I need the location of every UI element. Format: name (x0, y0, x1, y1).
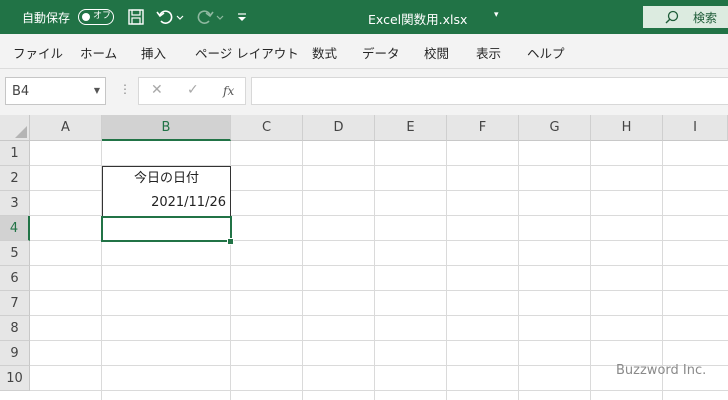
insert-function-icon[interactable]: fx (223, 84, 234, 98)
tab-view[interactable]: 表示 (476, 43, 501, 62)
column-header-g[interactable]: G (519, 115, 591, 141)
formula-input[interactable] (251, 77, 728, 105)
autosave-state: オフ (93, 11, 112, 21)
tab-review[interactable]: 校閲 (424, 43, 449, 62)
tab-formulas[interactable]: 数式 (312, 43, 337, 62)
row-header-1[interactable]: 1 (0, 141, 30, 166)
undo-icon[interactable] (156, 8, 174, 26)
name-box-value: B4 (12, 84, 30, 99)
gridline (662, 141, 663, 400)
title-caret[interactable]: ▾ (494, 10, 499, 20)
gridline (30, 390, 728, 391)
select-all-button[interactable] (0, 115, 30, 141)
fill-handle[interactable] (227, 238, 234, 245)
column-header-a[interactable]: A (30, 115, 102, 141)
row-header-8[interactable]: 8 (0, 316, 30, 341)
gridline (30, 340, 728, 341)
tab-file[interactable]: ファイル (13, 43, 63, 62)
title-bar: 自動保存 オフ Excel関数用.xlsx ▾ 検索 (0, 0, 728, 34)
gridline (302, 141, 303, 400)
watermark: Buzzword Inc. (616, 363, 707, 378)
row-header-6[interactable]: 6 (0, 266, 30, 291)
gridline (446, 141, 447, 400)
toggle-knob (82, 12, 90, 21)
spreadsheet-grid: A B C D E F G H I 1 2 3 4 5 6 7 8 9 10 今… (0, 115, 728, 400)
formula-buttons: ✕ ✓ fx (138, 77, 246, 105)
gridline (30, 290, 728, 291)
column-header-b[interactable]: B (102, 115, 231, 141)
column-header-i[interactable]: I (663, 115, 728, 141)
gridline (518, 141, 519, 400)
redo-icon (197, 10, 214, 24)
tab-page-layout[interactable]: ページ レイアウト (195, 43, 299, 62)
row-header-10[interactable]: 10 (0, 366, 30, 391)
cell-b3[interactable]: 2021/11/26 (102, 191, 231, 217)
autosave-toggle[interactable]: オフ (78, 9, 114, 25)
save-icon[interactable] (127, 8, 145, 26)
cell-b2[interactable]: 今日の日付 (102, 166, 231, 192)
formula-bar: B4 ▼ ⋮ ✕ ✓ fx (0, 69, 728, 115)
gridline (30, 265, 728, 266)
name-box-dropdown-icon[interactable]: ▼ (94, 86, 100, 95)
undo-dropdown-icon[interactable] (176, 8, 184, 26)
column-header-h[interactable]: H (591, 115, 663, 141)
enter-icon[interactable]: ✓ (187, 82, 199, 98)
gridline (374, 141, 375, 400)
gridline (590, 141, 591, 400)
search-icon (665, 10, 679, 24)
redo-dropdown-icon (216, 15, 224, 20)
select-all-icon (15, 126, 27, 138)
column-header-e[interactable]: E (375, 115, 447, 141)
row-header-7[interactable]: 7 (0, 291, 30, 316)
search-box[interactable]: 検索 (643, 6, 728, 28)
tab-help[interactable]: ヘルプ (527, 43, 565, 62)
active-cell-b4[interactable] (101, 216, 232, 242)
search-label: 検索 (693, 11, 718, 25)
customize-qat-icon[interactable] (236, 8, 248, 26)
formula-bar-splitter[interactable]: ⋮ (119, 82, 131, 96)
cancel-icon[interactable]: ✕ (151, 82, 163, 98)
row-header-5[interactable]: 5 (0, 241, 30, 266)
column-header-c[interactable]: C (231, 115, 303, 141)
column-header-d[interactable]: D (303, 115, 375, 141)
tab-home[interactable]: ホーム (80, 43, 117, 62)
gridline (30, 315, 728, 316)
tab-data[interactable]: データ (362, 43, 400, 62)
document-title: Excel関数用.xlsx (368, 12, 468, 27)
ribbon-tabs: ファイル ホーム 挿入 ページ レイアウト 数式 データ 校閲 表示 ヘルプ (0, 34, 728, 69)
row-header-4[interactable]: 4 (0, 216, 30, 241)
autosave-label: 自動保存 (22, 11, 71, 25)
column-header-f[interactable]: F (447, 115, 519, 141)
row-header-2[interactable]: 2 (0, 166, 30, 191)
tab-insert[interactable]: 挿入 (141, 43, 166, 62)
row-header-3[interactable]: 3 (0, 191, 30, 216)
name-box[interactable]: B4 ▼ (5, 77, 106, 105)
row-header-9[interactable]: 9 (0, 341, 30, 366)
